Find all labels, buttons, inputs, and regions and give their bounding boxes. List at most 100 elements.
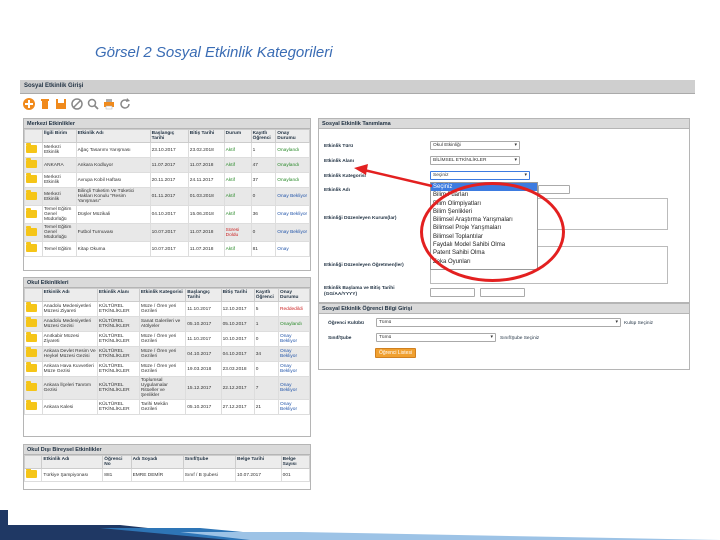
table-row[interactable]: Merkezi Etkinlik Avrupa Kobil Haftası 20.1… (24, 172, 310, 188)
dropdown-option[interactable]: Zeka Oyunları (431, 258, 537, 266)
table-cell: Kitap Okuma (75, 241, 151, 257)
folder-icon[interactable] (24, 223, 43, 242)
table-row[interactable]: Anıtkabir Müzesi Ziyareti KÜLTÜREL ETKİNL… (24, 331, 310, 347)
folder-icon[interactable] (26, 242, 37, 252)
table-row[interactable]: Ankara Hava Kuvvetleri Müze Gezisi KÜLTÜR… (24, 361, 310, 377)
folder-icon[interactable] (26, 381, 37, 391)
folder-icon[interactable] (24, 468, 43, 482)
table-row[interactable]: Temel Eğitim Kitap Okuma 10.07.2017 11.07.2… (24, 241, 310, 257)
folder-icon[interactable] (26, 469, 37, 478)
table-row[interactable]: Anadolu Medeniyetleri Müzesi Ziyareti KÜL… (24, 301, 310, 317)
etkinlik-alani-select[interactable]: BİLİMSEL ETKİNLİKLER ▾ (430, 156, 520, 165)
table-cell: Onay Bekliyor (278, 361, 310, 377)
baslama-tarihi-input[interactable] (430, 288, 475, 297)
dropdown-option[interactable]: Bilim Şenlikleri (431, 208, 537, 216)
folder-icon[interactable] (24, 241, 43, 257)
okul-header: Kayıtlı Öğrenci (253, 288, 280, 302)
table-cell: Aktif (223, 157, 252, 173)
disi-header: Öğrenci No (102, 455, 132, 469)
ogrenci-listesi-button[interactable]: Öğrenci Listesi (375, 348, 417, 358)
table-cell: 7 (253, 376, 280, 400)
etkinlik-turu-select[interactable]: Okul Etkinliği ▾ (430, 141, 520, 150)
table-row[interactable]: Ankara İlçeleri Tanıtım Gezisi KÜLTÜREL E… (24, 376, 310, 400)
folder-icon[interactable] (24, 316, 43, 332)
cancel-icon[interactable] (70, 97, 84, 111)
merkezi-etkinlikler-panel: Merkezi Etkinlikler İlgili Birim Etkinlik… (23, 118, 311, 271)
refresh-icon[interactable] (118, 97, 132, 111)
table-cell: Ankara Hava Kuvvetleri Müze Gezisi (41, 361, 98, 377)
dropdown-option[interactable]: Bilim Olimpiyatları (431, 200, 537, 208)
table-row[interactable]: ANKARA Ankara Kodluyor 11.07.2017 11.07.201… (24, 157, 310, 173)
folder-icon[interactable] (24, 399, 43, 415)
folder-icon[interactable] (24, 361, 43, 377)
folder-icon[interactable] (26, 317, 37, 327)
folder-icon[interactable] (26, 225, 37, 236)
bitis-tarihi-input[interactable] (480, 288, 525, 297)
table-cell: 27.12.2017 (220, 399, 255, 415)
dropdown-option[interactable]: Patent Sahibi Olma (431, 249, 537, 257)
dropdown-option[interactable]: Faydalı Model Sahibi Olma (431, 241, 537, 249)
dropdown-option[interactable]: Bilimsel Araştırma Yarışmaları (431, 216, 537, 224)
table-cell: Bilinçli Tüketim Ve Tüketici Hakları Kon… (75, 187, 151, 206)
folder-icon[interactable] (24, 301, 43, 317)
table-cell: Düşler Müzikali (75, 205, 151, 224)
table-row[interactable]: Merkezi Etkinlik Bilinçli Tüketim Ve Tüke… (24, 187, 310, 206)
table-cell: 04.10.2017 (185, 346, 222, 362)
table-row[interactable]: Ankara Devlet Resim Ve Heykel Müzesi Gez… (24, 346, 310, 362)
dropdown-option[interactable]: Bilimsel Proje Yarışmaları (431, 224, 537, 232)
tanimlama-title: Sosyal Etkinlik Tanımlama (319, 119, 689, 129)
etkinlik-adi-label: Etkinlik Adı (324, 188, 350, 193)
folder-icon[interactable] (24, 172, 43, 188)
folder-icon[interactable] (26, 143, 37, 153)
table-cell: 01.11.2017 (149, 187, 189, 206)
print-icon[interactable] (102, 97, 116, 111)
folder-icon[interactable] (24, 187, 43, 206)
table-cell: 19.03.2018 (185, 361, 222, 377)
ogrenci-title: Sosyal Etkinlik Öğrenci Bilgi Girişi (319, 304, 689, 314)
dropdown-option[interactable]: Bilim Fuarları (431, 191, 537, 199)
folder-icon[interactable] (24, 376, 43, 400)
folder-icon[interactable] (24, 331, 43, 347)
kategori-dropdown-list[interactable]: Seçiniz Bilim Fuarları Bilim Olimpiyatları… (430, 182, 538, 270)
folder-icon[interactable] (26, 332, 37, 342)
table-row[interactable]: Ankara Kalesi KÜLTÜREL ETKİNLİKLER Tarihi … (24, 399, 310, 415)
folder-icon[interactable] (26, 189, 37, 200)
folder-icon[interactable] (26, 158, 37, 168)
etkinlik-kategorisi-select[interactable]: Seçiniz ▾ (430, 171, 530, 180)
delete-icon[interactable] (38, 97, 52, 111)
table-row[interactable]: Temel Eğitim Genel Müdürlüğü Düşler Müzik… (24, 205, 310, 224)
table-cell: Ankara İlçeleri Tanıtım Gezisi (41, 376, 98, 400)
folder-icon[interactable] (26, 302, 37, 312)
folder-icon[interactable] (24, 205, 43, 224)
folder-icon[interactable] (26, 362, 37, 372)
table-cell: KÜLTÜREL ETKİNLİKLER (96, 399, 140, 415)
folder-icon[interactable] (26, 173, 37, 183)
folder-icon[interactable] (26, 400, 37, 410)
etkinlik-turu-label: Etkinlik Türü (324, 144, 354, 149)
folder-icon[interactable] (26, 347, 37, 357)
save-icon[interactable] (54, 97, 68, 111)
table-cell: 22.12.2017 (220, 376, 255, 400)
search-icon[interactable] (86, 97, 100, 111)
table-cell: 20.11.2017 (149, 172, 189, 188)
disi-header (24, 455, 43, 469)
table-cell: 11.07.2018 (187, 157, 225, 173)
etkinlik-adi-input[interactable] (538, 185, 570, 194)
folder-icon[interactable] (26, 207, 37, 218)
folder-icon[interactable] (24, 142, 43, 158)
ogrenci-kulubu-select[interactable]: Tümü ▾ (376, 318, 621, 327)
add-icon[interactable] (22, 97, 36, 111)
kulup-hint: Kulüp Seçiniz (624, 321, 654, 326)
okul-header: Etkinlik Alanı (96, 288, 140, 302)
dropdown-option[interactable]: Seçiniz (431, 183, 537, 192)
table-row[interactable]: Temel Eğitim Genel Müdürlüğü Futbol Turnu… (24, 223, 310, 242)
table-cell: Ankara Devlet Resim Ve Heykel Müzesi Gez… (41, 346, 98, 362)
table-row[interactable]: Merkezi Etkinlik Ağaç Tasarımı Yarışması 2… (24, 142, 310, 158)
sinif-sube-select[interactable]: Tümü ▾ (376, 333, 496, 342)
dropdown-option[interactable]: Bilimsel Toplantılar (431, 233, 537, 241)
table-row[interactable]: Anadolu Medeniyetleri Müzesi Gezisi KÜLTÜ… (24, 316, 310, 332)
folder-icon[interactable] (24, 346, 43, 362)
sinif-sube-value: Tümü (379, 335, 392, 340)
table-row[interactable]: Türkiye Şampiyonası 881 EMRE DEMİR Sınıf / … (24, 468, 310, 482)
folder-icon[interactable] (24, 157, 43, 173)
